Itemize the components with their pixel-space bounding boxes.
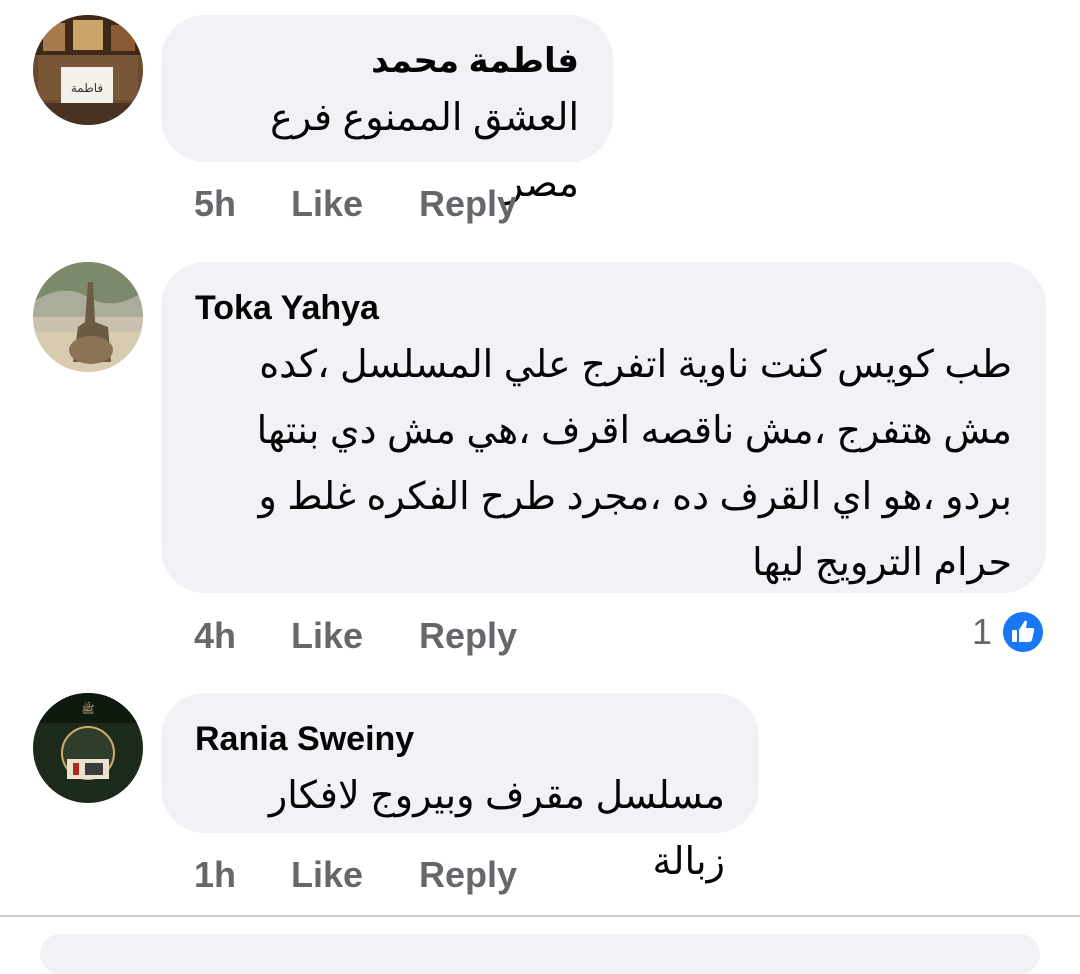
comment-bubble: Toka Yahya طب كويس كنت ناوية اتفرج علي ا… [161, 262, 1046, 593]
comment-bubble: فاطمة محمد العشق الممنوع فرع مصر [161, 15, 613, 205]
svg-text:ﷺ: ﷺ [81, 701, 94, 716]
reply-button[interactable]: Reply [419, 850, 517, 900]
comment-bubble: Rania Sweiny مسلسل مقرف وبيروج لافكار زب… [161, 693, 759, 883]
avatar[interactable]: ﷺ [33, 693, 143, 803]
like-button[interactable]: Like [291, 850, 363, 900]
comment-author[interactable]: فاطمة محمد [195, 41, 579, 81]
comment-author[interactable]: Toka Yahya [195, 288, 1012, 328]
divider [0, 915, 1080, 917]
comment-text: طب كويس كنت ناوية اتفرج علي المسلسل ،كده… [256, 344, 1012, 584]
comment-time[interactable]: 5h [194, 179, 236, 229]
reaction-summary[interactable]: 1 [972, 607, 1046, 657]
svg-text:فاطمة: فاطمة [71, 81, 103, 95]
comment-text: العشق الممنوع فرع مصر [270, 97, 579, 205]
avatar[interactable]: فاطمة [33, 15, 143, 125]
comment-input-bar[interactable] [40, 934, 1040, 974]
avatar[interactable] [33, 262, 143, 372]
reply-button[interactable]: Reply [419, 611, 517, 661]
like-thumb-icon [1001, 610, 1045, 654]
like-button[interactable]: Like [291, 611, 363, 661]
comment-time[interactable]: 4h [194, 611, 236, 661]
comment-author[interactable]: Rania Sweiny [195, 719, 725, 759]
like-button[interactable]: Like [291, 179, 363, 229]
reaction-count: 1 [971, 611, 992, 652]
comment-time[interactable]: 1h [194, 850, 236, 900]
reply-button[interactable]: Reply [419, 179, 517, 229]
